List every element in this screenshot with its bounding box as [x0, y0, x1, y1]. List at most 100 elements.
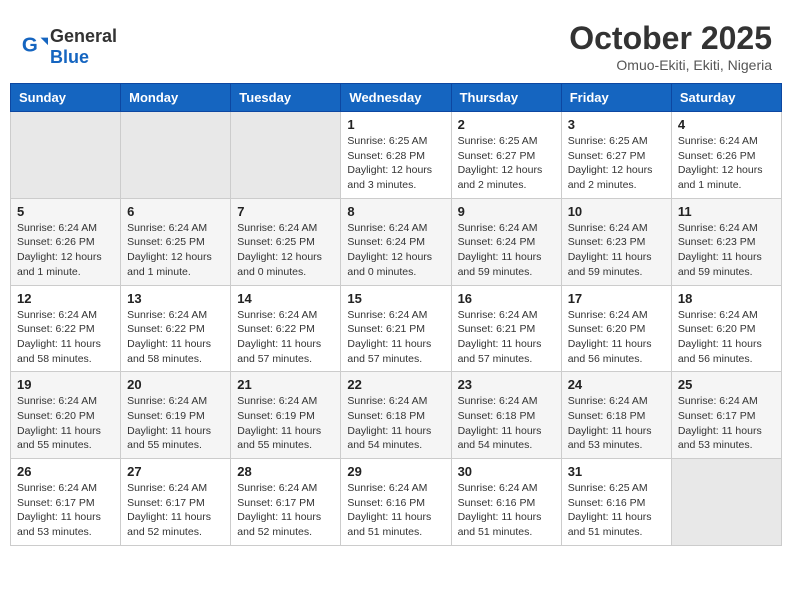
day-info: Sunrise: 6:24 AM Sunset: 6:23 PM Dayligh… — [678, 221, 775, 280]
day-number: 10 — [568, 204, 665, 219]
day-number: 16 — [458, 291, 555, 306]
calendar-cell: 28 Sunrise: 6:24 AM Sunset: 6:17 PM Dayli… — [231, 459, 341, 546]
calendar-cell: 18 Sunrise: 6:24 AM Sunset: 6:20 PM Dayli… — [671, 285, 781, 372]
weekday-header-friday: Friday — [561, 84, 671, 112]
day-info: Sunrise: 6:24 AM Sunset: 6:24 PM Dayligh… — [458, 221, 555, 280]
calendar-cell: 23 Sunrise: 6:24 AM Sunset: 6:18 PM Dayli… — [451, 372, 561, 459]
day-info: Sunrise: 6:25 AM Sunset: 6:27 PM Dayligh… — [568, 134, 665, 193]
day-info: Sunrise: 6:25 AM Sunset: 6:28 PM Dayligh… — [347, 134, 444, 193]
page-header: G General Blue October 2025 Omuo-Ekiti, … — [10, 10, 782, 78]
day-number: 21 — [237, 377, 334, 392]
day-number: 14 — [237, 291, 334, 306]
day-info: Sunrise: 6:24 AM Sunset: 6:19 PM Dayligh… — [237, 394, 334, 453]
calendar-cell: 21 Sunrise: 6:24 AM Sunset: 6:19 PM Dayli… — [231, 372, 341, 459]
day-number: 31 — [568, 464, 665, 479]
day-info: Sunrise: 6:24 AM Sunset: 6:20 PM Dayligh… — [678, 308, 775, 367]
day-number: 23 — [458, 377, 555, 392]
day-info: Sunrise: 6:24 AM Sunset: 6:23 PM Dayligh… — [568, 221, 665, 280]
day-number: 5 — [17, 204, 114, 219]
day-number: 3 — [568, 117, 665, 132]
day-info: Sunrise: 6:25 AM Sunset: 6:16 PM Dayligh… — [568, 481, 665, 540]
weekday-header-row: SundayMondayTuesdayWednesdayThursdayFrid… — [11, 84, 782, 112]
weekday-header-tuesday: Tuesday — [231, 84, 341, 112]
weekday-header-thursday: Thursday — [451, 84, 561, 112]
day-info: Sunrise: 6:24 AM Sunset: 6:22 PM Dayligh… — [127, 308, 224, 367]
calendar-cell: 9Sunrise: 6:24 AM Sunset: 6:24 PM Daylig… — [451, 198, 561, 285]
day-number: 15 — [347, 291, 444, 306]
day-number: 4 — [678, 117, 775, 132]
calendar-cell: 3 Sunrise: 6:25 AM Sunset: 6:27 PM Daylig… — [561, 112, 671, 199]
calendar-week-row: 19 Sunrise: 6:24 AM Sunset: 6:20 PM Dayli… — [11, 372, 782, 459]
calendar-week-row: 26 Sunrise: 6:24 AM Sunset: 6:17 PM Dayli… — [11, 459, 782, 546]
day-number: 13 — [127, 291, 224, 306]
day-info: Sunrise: 6:25 AM Sunset: 6:27 PM Dayligh… — [458, 134, 555, 193]
calendar-cell: 7 Sunrise: 6:24 AM Sunset: 6:25 PM Daylig… — [231, 198, 341, 285]
day-number: 25 — [678, 377, 775, 392]
day-info: Sunrise: 6:24 AM Sunset: 6:25 PM Dayligh… — [237, 221, 334, 280]
calendar-cell: 29 Sunrise: 6:24 AM Sunset: 6:16 PM Dayli… — [341, 459, 451, 546]
day-number: 28 — [237, 464, 334, 479]
day-number: 29 — [347, 464, 444, 479]
day-info: Sunrise: 6:24 AM Sunset: 6:18 PM Dayligh… — [458, 394, 555, 453]
day-number: 19 — [17, 377, 114, 392]
day-info: Sunrise: 6:24 AM Sunset: 6:26 PM Dayligh… — [678, 134, 775, 193]
day-info: Sunrise: 6:24 AM Sunset: 6:20 PM Dayligh… — [568, 308, 665, 367]
calendar-cell — [11, 112, 121, 199]
weekday-header-sunday: Sunday — [11, 84, 121, 112]
logo-blue-text: Blue — [50, 47, 89, 67]
day-number: 26 — [17, 464, 114, 479]
calendar-cell: 16 Sunrise: 6:24 AM Sunset: 6:21 PM Dayli… — [451, 285, 561, 372]
day-info: Sunrise: 6:24 AM Sunset: 6:21 PM Dayligh… — [347, 308, 444, 367]
day-info: Sunrise: 6:24 AM Sunset: 6:19 PM Dayligh… — [127, 394, 224, 453]
calendar-cell — [231, 112, 341, 199]
day-number: 18 — [678, 291, 775, 306]
logo-general-text: General — [50, 26, 117, 46]
day-info: Sunrise: 6:24 AM Sunset: 6:22 PM Dayligh… — [17, 308, 114, 367]
calendar-cell: 17Sunrise: 6:24 AM Sunset: 6:20 PM Dayli… — [561, 285, 671, 372]
calendar-cell: 5 Sunrise: 6:24 AM Sunset: 6:26 PM Daylig… — [11, 198, 121, 285]
day-number: 1 — [347, 117, 444, 132]
calendar-cell: 8 Sunrise: 6:24 AM Sunset: 6:24 PM Daylig… — [341, 198, 451, 285]
day-number: 22 — [347, 377, 444, 392]
calendar-cell: 27 Sunrise: 6:24 AM Sunset: 6:17 PM Dayli… — [121, 459, 231, 546]
calendar-cell: 22 Sunrise: 6:24 AM Sunset: 6:18 PM Dayli… — [341, 372, 451, 459]
day-info: Sunrise: 6:24 AM Sunset: 6:22 PM Dayligh… — [237, 308, 334, 367]
day-info: Sunrise: 6:24 AM Sunset: 6:24 PM Dayligh… — [347, 221, 444, 280]
calendar-cell: 11Sunrise: 6:24 AM Sunset: 6:23 PM Dayli… — [671, 198, 781, 285]
calendar-week-row: 1 Sunrise: 6:25 AM Sunset: 6:28 PM Daylig… — [11, 112, 782, 199]
day-number: 6 — [127, 204, 224, 219]
calendar-cell: 14 Sunrise: 6:24 AM Sunset: 6:22 PM Dayli… — [231, 285, 341, 372]
calendar-cell: 31 Sunrise: 6:25 AM Sunset: 6:16 PM Dayli… — [561, 459, 671, 546]
day-info: Sunrise: 6:24 AM Sunset: 6:26 PM Dayligh… — [17, 221, 114, 280]
day-number: 30 — [458, 464, 555, 479]
logo-icon: G — [20, 33, 48, 61]
title-block: October 2025 Omuo-Ekiti, Ekiti, Nigeria — [569, 20, 772, 73]
day-number: 8 — [347, 204, 444, 219]
day-number: 7 — [237, 204, 334, 219]
day-info: Sunrise: 6:24 AM Sunset: 6:17 PM Dayligh… — [678, 394, 775, 453]
day-info: Sunrise: 6:24 AM Sunset: 6:16 PM Dayligh… — [347, 481, 444, 540]
calendar-cell: 25 Sunrise: 6:24 AM Sunset: 6:17 PM Dayli… — [671, 372, 781, 459]
day-info: Sunrise: 6:24 AM Sunset: 6:18 PM Dayligh… — [347, 394, 444, 453]
calendar-cell: 1 Sunrise: 6:25 AM Sunset: 6:28 PM Daylig… — [341, 112, 451, 199]
weekday-header-monday: Monday — [121, 84, 231, 112]
day-info: Sunrise: 6:24 AM Sunset: 6:16 PM Dayligh… — [458, 481, 555, 540]
day-number: 20 — [127, 377, 224, 392]
day-info: Sunrise: 6:24 AM Sunset: 6:17 PM Dayligh… — [127, 481, 224, 540]
calendar-cell: 30 Sunrise: 6:24 AM Sunset: 6:16 PM Dayli… — [451, 459, 561, 546]
logo: G General Blue — [20, 26, 117, 68]
day-number: 27 — [127, 464, 224, 479]
month-title: October 2025 — [569, 20, 772, 57]
calendar-cell: 2 Sunrise: 6:25 AM Sunset: 6:27 PM Daylig… — [451, 112, 561, 199]
day-info: Sunrise: 6:24 AM Sunset: 6:20 PM Dayligh… — [17, 394, 114, 453]
day-info: Sunrise: 6:24 AM Sunset: 6:18 PM Dayligh… — [568, 394, 665, 453]
calendar-cell: 4 Sunrise: 6:24 AM Sunset: 6:26 PM Daylig… — [671, 112, 781, 199]
day-number: 2 — [458, 117, 555, 132]
day-info: Sunrise: 6:24 AM Sunset: 6:21 PM Dayligh… — [458, 308, 555, 367]
day-number: 24 — [568, 377, 665, 392]
calendar-week-row: 5 Sunrise: 6:24 AM Sunset: 6:26 PM Daylig… — [11, 198, 782, 285]
day-info: Sunrise: 6:24 AM Sunset: 6:17 PM Dayligh… — [237, 481, 334, 540]
calendar-cell: 15 Sunrise: 6:24 AM Sunset: 6:21 PM Dayli… — [341, 285, 451, 372]
weekday-header-saturday: Saturday — [671, 84, 781, 112]
location: Omuo-Ekiti, Ekiti, Nigeria — [569, 57, 772, 73]
